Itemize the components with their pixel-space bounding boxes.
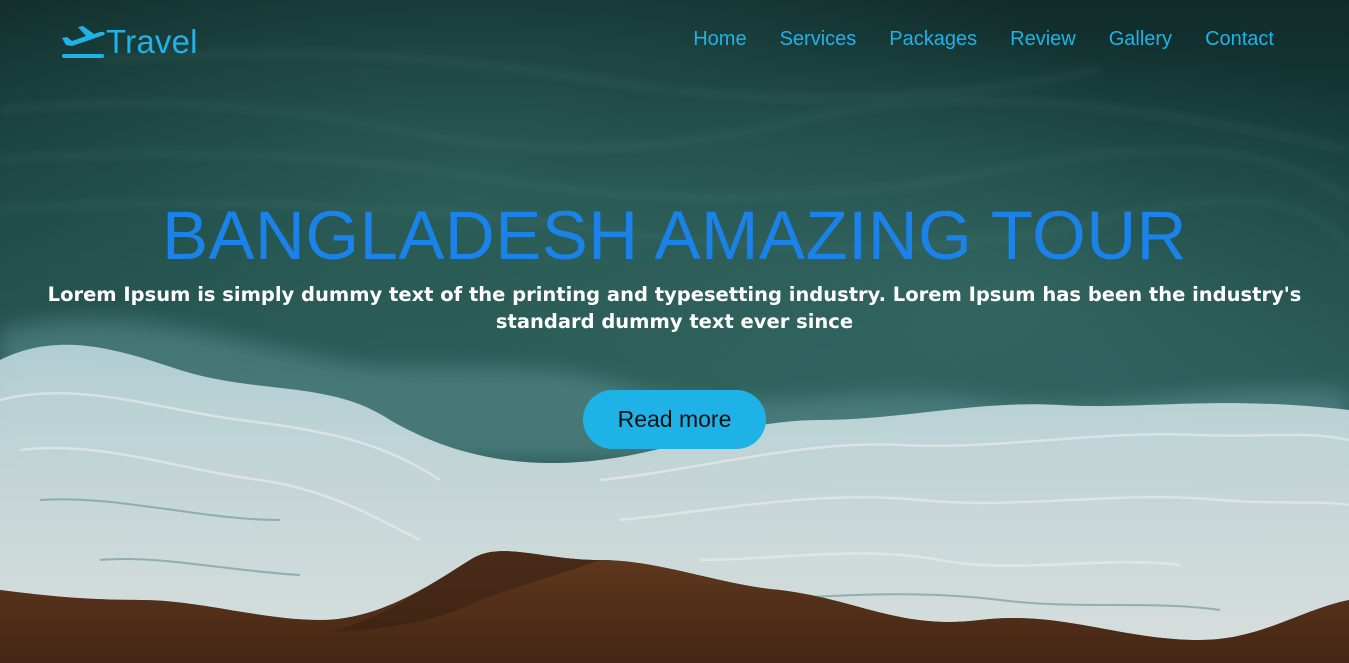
read-more-button[interactable]: Read more bbox=[583, 390, 766, 449]
nav-link-home[interactable]: Home bbox=[693, 28, 746, 51]
nav-link-contact[interactable]: Contact bbox=[1205, 28, 1274, 51]
nav-link-services[interactable]: Services bbox=[780, 28, 857, 51]
nav-link-gallery[interactable]: Gallery bbox=[1109, 28, 1172, 51]
nav-link-packages[interactable]: Packages bbox=[889, 28, 977, 51]
hero-subtitle: Lorem Ipsum is simply dummy text of the … bbox=[47, 283, 1302, 333]
hero-section: BANGLADESH AMAZING TOUR Lorem Ipsum is s… bbox=[0, 0, 1349, 663]
nav-link-review[interactable]: Review bbox=[1010, 28, 1076, 51]
brand-logo[interactable]: Travel bbox=[60, 22, 198, 62]
top-navbar: Travel Home Services Packages Review Gal… bbox=[0, 0, 1349, 82]
hero-title: BANGLADESH AMAZING TOUR bbox=[161, 197, 1187, 274]
airplane-icon bbox=[62, 26, 105, 58]
nav-menu: Home Services Packages Review Gallery Co… bbox=[660, 28, 1274, 51]
brand-name: Travel bbox=[106, 23, 198, 60]
